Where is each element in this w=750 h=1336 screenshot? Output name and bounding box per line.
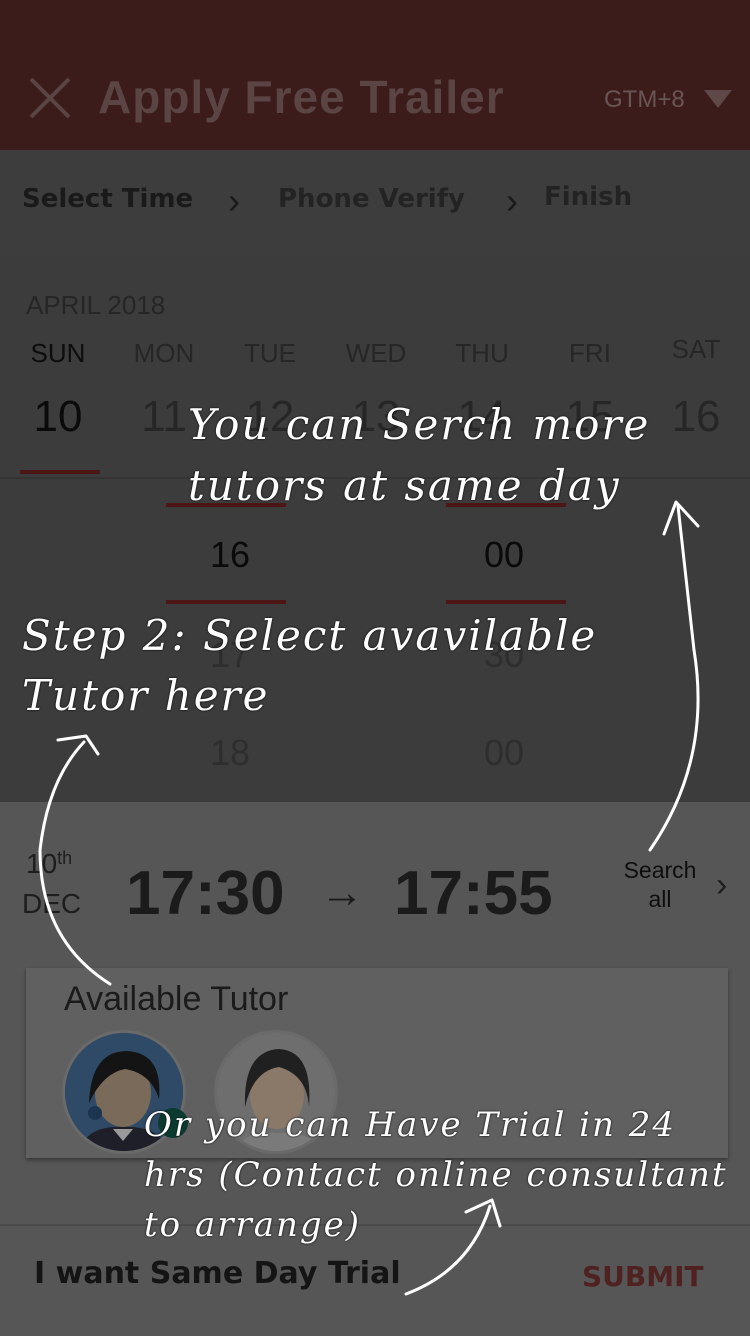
annotation-arrow	[38, 740, 112, 986]
annotation-arrow	[648, 504, 700, 852]
annotation-arrow-head	[56, 734, 100, 756]
annotation-arrows	[38, 500, 700, 1296]
annotation-arrow	[404, 1204, 492, 1296]
